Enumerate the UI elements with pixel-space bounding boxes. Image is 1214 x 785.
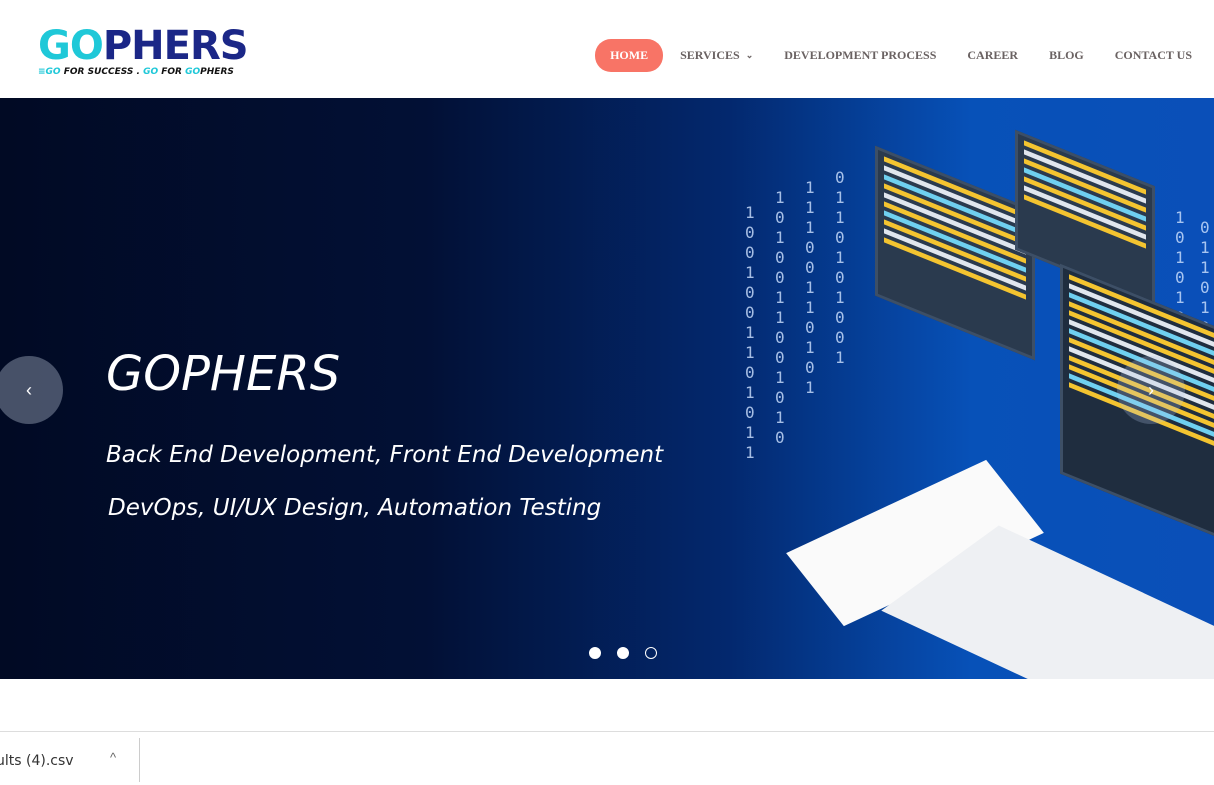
chevron-right-icon: › <box>1148 379 1154 400</box>
carousel-dot-3[interactable] <box>645 647 657 659</box>
gophers-logo[interactable]: GOPHERS ≡GO FOR SUCCESS . GO FOR GOPHERS <box>38 23 249 82</box>
chevron-left-icon: ‹ <box>26 379 32 400</box>
site-header: GOPHERS ≡GO FOR SUCCESS . GO FOR GOPHERS… <box>0 0 1214 98</box>
nav-blog[interactable]: BLOG <box>1049 48 1084 63</box>
download-bar: ults (4).csv ^ <box>0 731 1214 785</box>
carousel-indicators <box>589 647 657 659</box>
hero-subtitle-1: Back End Development, Front End Developm… <box>106 442 664 468</box>
divider <box>139 738 140 782</box>
main-nav: HOME SERVICES ⌄ DEVELOPMENT PROCESS CAREE… <box>595 39 1192 72</box>
carousel-next-button[interactable]: › <box>1117 356 1185 424</box>
logo-wordmark: GOPHERS <box>38 23 249 69</box>
carousel-dot-1[interactable] <box>589 647 601 659</box>
carousel-dot-2[interactable] <box>617 647 629 659</box>
hero-carousel: 1001001101011 1010011001010 11100110101 … <box>0 98 1214 679</box>
nav-contact-us[interactable]: CONTACT US <box>1115 48 1192 63</box>
nav-home[interactable]: HOME <box>595 39 664 72</box>
nav-career[interactable]: CAREER <box>967 48 1018 63</box>
hero-title: GOPHERS <box>106 346 341 402</box>
nav-services-label: SERVICES <box>680 48 740 62</box>
nav-services[interactable]: SERVICES ⌄ <box>680 48 753 63</box>
nav-development-process[interactable]: DEVELOPMENT PROCESS <box>784 48 936 63</box>
logo-tagline: ≡GO FOR SUCCESS . GO FOR GOPHERS <box>38 67 234 77</box>
download-filename[interactable]: ults (4).csv <box>0 753 74 769</box>
chevron-down-icon: ⌄ <box>745 50 754 60</box>
hero-subtitle-2: DevOps, UI/UX Design, Automation Testing <box>108 495 602 521</box>
chevron-up-icon[interactable]: ^ <box>110 750 116 765</box>
